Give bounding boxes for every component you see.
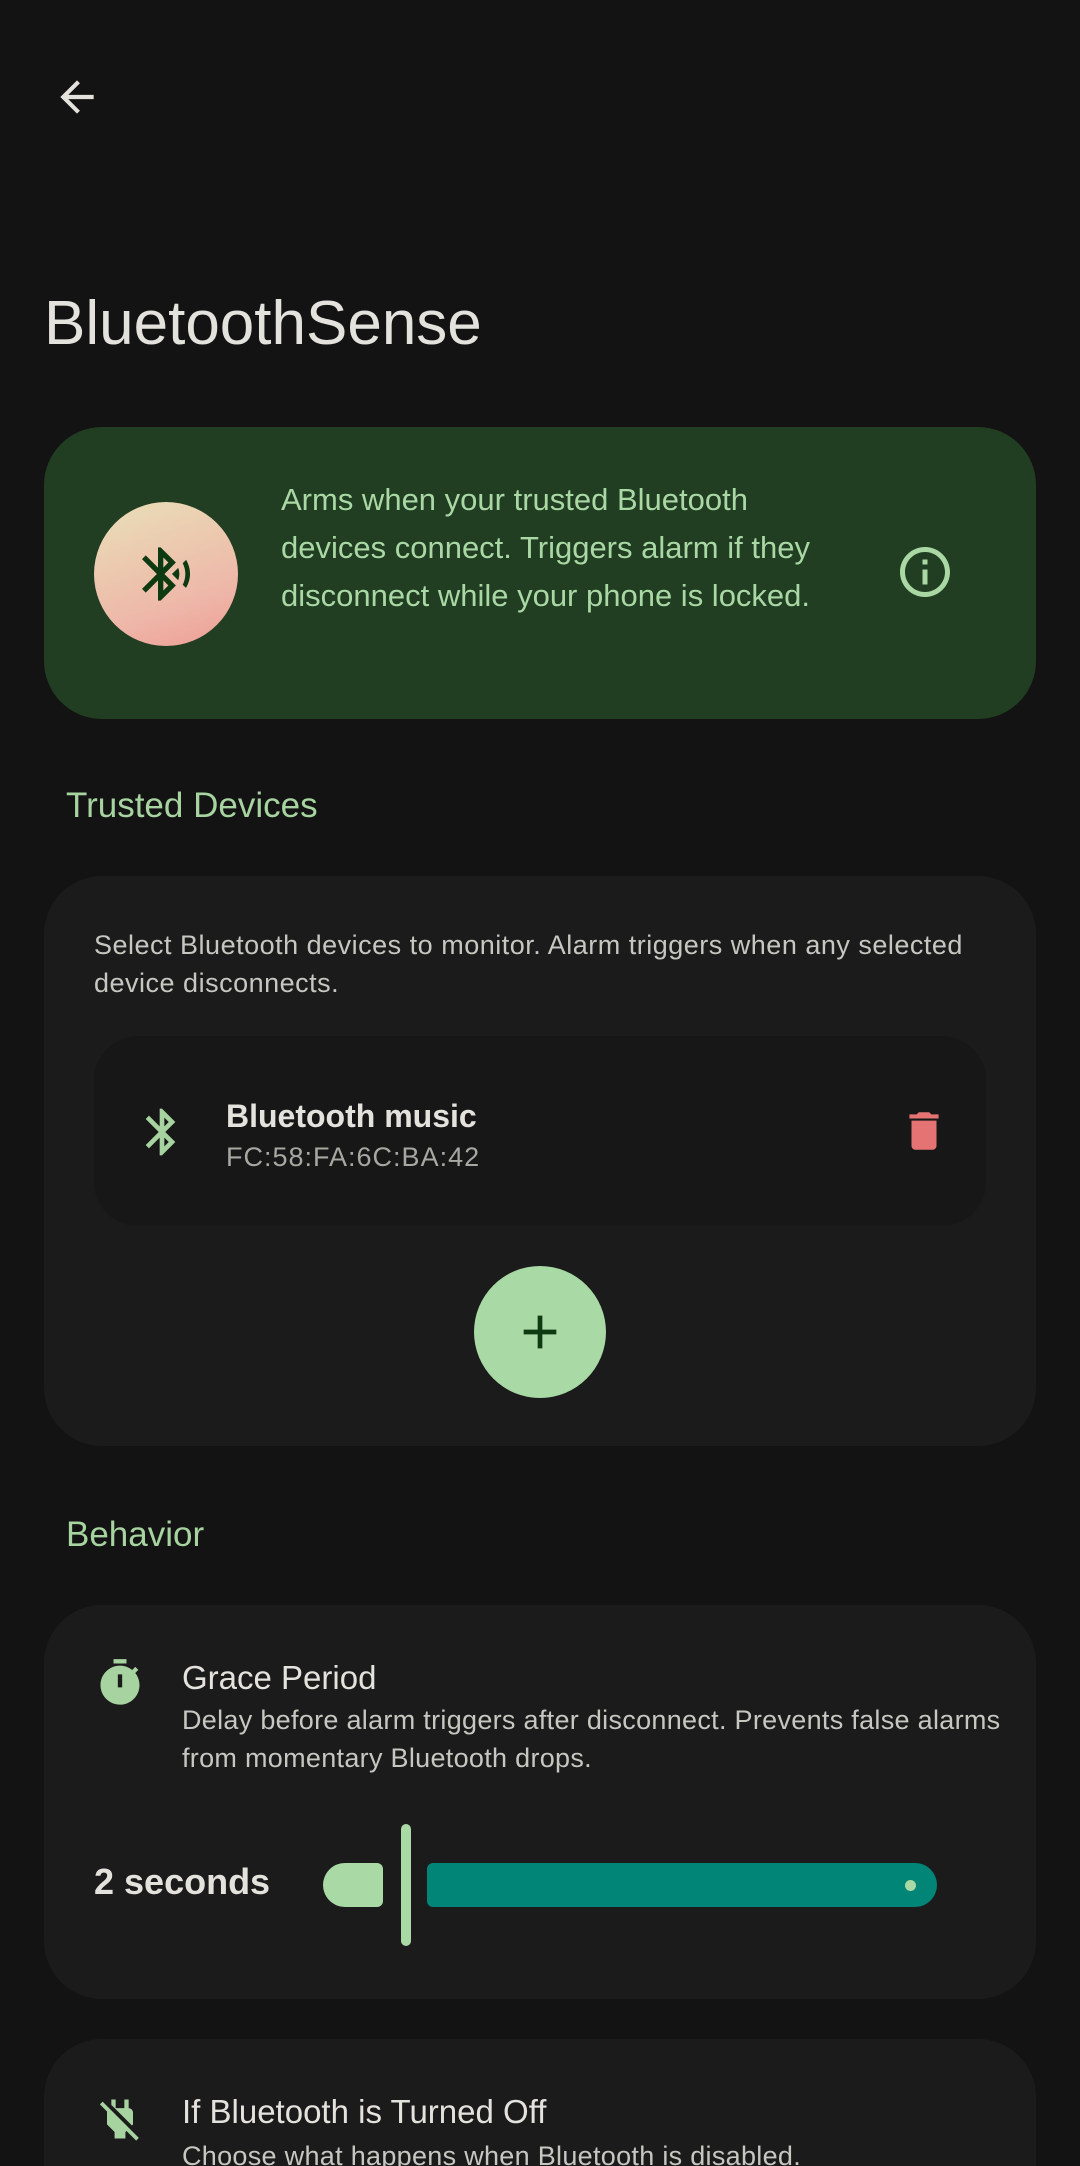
bluetooth-off-description: Choose what happens when Bluetooth is di…: [182, 2141, 802, 2166]
delete-device-button[interactable]: [894, 1101, 954, 1161]
bluetooth-off-card[interactable]: If Bluetooth is Turned Off Choose what h…: [44, 2039, 1036, 2166]
back-button[interactable]: [40, 60, 114, 134]
trusted-devices-description: Select Bluetooth devices to monitor. Ala…: [94, 930, 963, 998]
grace-period-value: 2 seconds: [94, 1861, 271, 1902]
slider-inactive-track[interactable]: [427, 1863, 937, 1907]
add-device-button[interactable]: [474, 1266, 606, 1398]
hero-description: Arms when your trusted Bluetooth devices…: [281, 482, 811, 613]
device-row[interactable]: Bluetooth music FC:58:FA:6C:BA:42: [94, 1036, 986, 1226]
timer-icon: [100, 1659, 140, 1705]
info-icon: [900, 547, 950, 597]
trusted-devices-card: Select Bluetooth devices to monitor. Ala…: [44, 876, 1036, 1446]
hero-card: Arms when your trusted Bluetooth devices…: [44, 427, 1036, 719]
info-button[interactable]: [885, 532, 965, 612]
slider-thumb[interactable]: [401, 1824, 411, 1946]
bluetooth-off-title: If Bluetooth is Turned Off: [182, 2093, 547, 2130]
page-title: BluetoothSense: [44, 289, 482, 358]
section-title-trusted-devices: Trusted Devices: [66, 786, 318, 825]
device-address: FC:58:FA:6C:BA:42: [226, 1142, 481, 1172]
screen: BluetoothSense Arms when your trusted Bl…: [0, 0, 1080, 2166]
device-name: Bluetooth music: [226, 1098, 477, 1134]
hero-avatar: [94, 502, 238, 646]
grace-period-title: Grace Period: [182, 1659, 377, 1696]
grace-period-card: Grace Period Delay before alarm triggers…: [44, 1605, 1036, 1999]
section-title-behavior: Behavior: [66, 1515, 205, 1554]
bluetooth-searching-icon: [142, 547, 191, 601]
arrow-back-icon: [60, 80, 94, 114]
slider-stop-indicator: [905, 1880, 916, 1891]
power-off-icon: [99, 2099, 139, 2141]
trash-icon: [909, 1112, 939, 1150]
grace-period-description: Delay before alarm triggers after discon…: [182, 1705, 1001, 1773]
slider-active-track[interactable]: [323, 1863, 383, 1907]
plus-icon: [523, 1315, 557, 1349]
bluetooth-icon: [145, 1108, 176, 1156]
